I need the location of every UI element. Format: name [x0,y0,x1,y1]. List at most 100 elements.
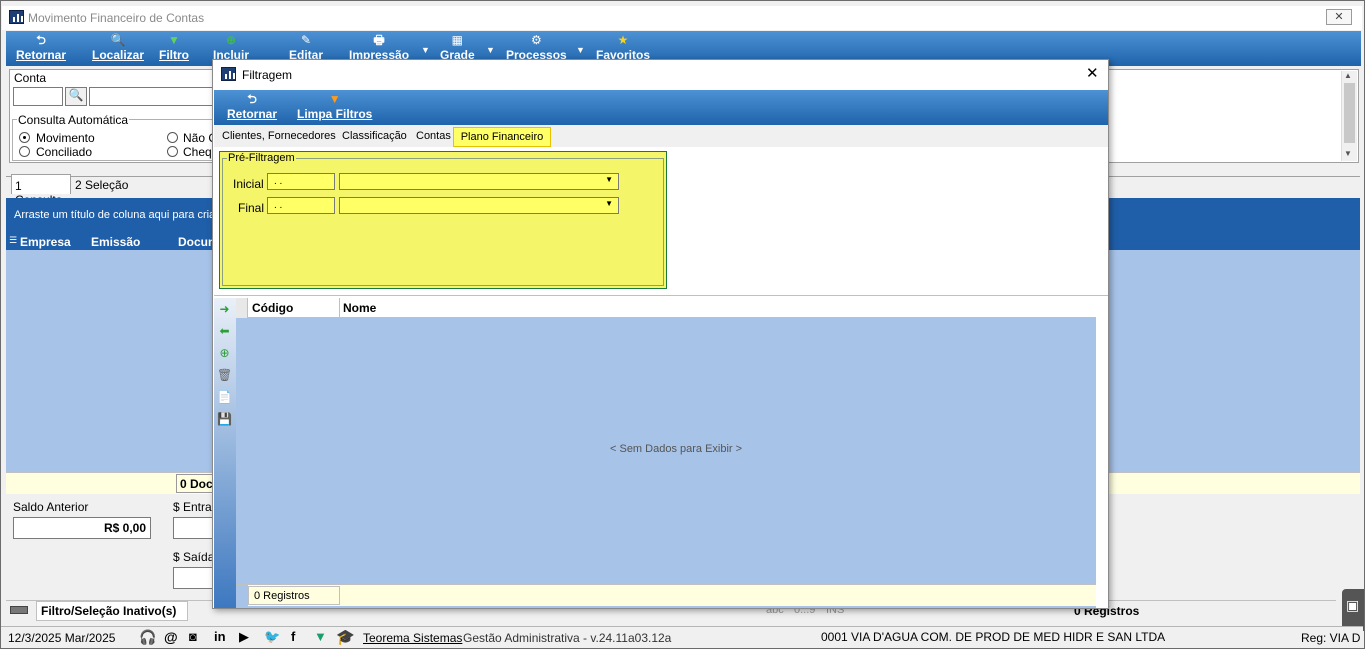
graduation-cap-icon[interactable]: 🎓 [336,628,355,646]
tab-contas[interactable]: Contas [416,130,451,142]
group-hint: Arraste um título de coluna aqui para cr… [14,209,219,221]
facebook-icon[interactable]: f [291,629,295,644]
final-plano-select[interactable] [339,197,619,214]
consulta-automatica-legend: Consulta Automática [17,113,130,127]
saldo-anterior-label: Saldo Anterior [13,500,89,514]
dialog-tabs: Clientes, Fornecedores Classificação Con… [214,125,1108,147]
dialog-app-icon [221,67,236,81]
search-icon: 🔍 [110,33,126,47]
dialog-titlebar: Filtragem ✕ [213,60,1108,89]
filtro-inativo-label: Filtro/Seleção Inativo(s) [36,601,188,621]
filtragem-dialog: Filtragem ✕ ⮌ Retornar ▼ Limpa Filtros Cli… [212,59,1109,609]
dialog-close-button[interactable]: ✕ [1086,64,1099,82]
plano-grid-header: Código Nome [236,298,1096,318]
grade-button[interactable]: ▦ Grade [440,33,475,62]
column-nome[interactable]: Nome [343,301,376,315]
scroll-up-icon[interactable]: ▲ [1344,71,1352,80]
instagram-icon[interactable]: ◙ [189,629,197,644]
column-emissao[interactable]: Emissão [91,235,140,249]
radio-movimento[interactable] [19,132,30,143]
twitter-icon[interactable]: 🐦 [264,629,280,645]
main-close-button[interactable]: ✕ [1326,9,1352,25]
impressao-button[interactable]: 🖶 Impressão [349,33,409,62]
column-empresa[interactable]: Empresa [20,235,71,249]
favoritos-button[interactable]: ★ Favoritos [596,33,650,62]
printer-icon: 🖶 [373,33,385,47]
chat-icon: ▣ [1346,597,1360,613]
saidas-value [173,567,217,589]
save-icon[interactable]: 💾 [217,412,232,427]
search-icon: 🔍 [68,88,84,102]
retornar-button[interactable]: ⮌ Retornar [16,33,66,62]
move-left-icon[interactable]: ⬅ [217,324,232,339]
return-icon: ⮌ [247,92,257,106]
inicial-plano-select[interactable] [339,173,619,190]
inicial-label: Inicial [233,177,264,191]
status-bar: 12/3/2025 Mar/2025 🎧 @ ◙ in ▶ 🐦 f ▼ 🎓 Te… [1,626,1363,648]
add-icon: ⊕ [225,33,237,47]
return-icon: ⮌ [36,33,46,47]
processos-button[interactable]: ⚙ Processos [506,33,567,62]
tab-classificacao[interactable]: Classificação [342,130,407,142]
dialog-retornar-button[interactable]: ⮌ Retornar [227,92,277,121]
row-indicator-header [236,298,248,318]
processos-dropdown-icon[interactable]: ▼ [576,45,585,55]
youtube-icon[interactable]: ▶ [239,629,249,645]
incluir-button[interactable]: ⊕ Incluir [213,33,249,62]
column-codigo[interactable]: Código [252,301,293,315]
edit-icon: ✎ [300,33,312,47]
plano-grid-footer: 0 Registros [236,584,1096,607]
app-version: Gestão Administrativa - v.24.11a03.12a [463,631,672,645]
teorema-sistemas-link[interactable]: Teorema Sistemas [363,631,462,645]
app-icon [9,10,24,24]
tab-selecao[interactable]: 2 Seleção [75,178,128,192]
panel-scrollbar[interactable]: ▲ ▼ [1341,71,1357,161]
trash-icon[interactable]: 🗑 [217,368,232,383]
grid-icon: ▦ [451,33,464,47]
empresa-name: 0001 VIA D'AGUA COM. DE PROD DE MED HIDR… [821,630,1166,644]
radio-conciliado[interactable] [19,146,30,157]
column-chooser-icon[interactable]: ☰ [9,235,17,246]
filtro-button[interactable]: ▼ Filtro [159,33,189,62]
radio-nao-conciliado[interactable] [167,132,178,143]
column-divider [339,298,340,318]
filter-icon: ▼ [168,33,180,47]
keyboard-icon [10,606,28,614]
conta-search-button[interactable]: 🔍 [65,87,87,106]
email-icon[interactable]: @ [164,629,178,645]
grade-dropdown-icon[interactable]: ▼ [486,45,495,55]
dialog-action-sidebar: ➜ ⬅ ⊕ 🗑 📄 💾 [214,298,236,608]
limpa-filtros-button[interactable]: ▼ Limpa Filtros [297,92,372,121]
impressao-dropdown-icon[interactable]: ▼ [421,45,430,55]
scroll-down-icon[interactable]: ▼ [1344,149,1352,158]
prefilter-legend: Pré-Filtragem [227,152,296,164]
linkedin-icon[interactable]: in [214,629,226,644]
side-chat-button[interactable]: ▣ [1342,589,1364,631]
empty-grid-message: < Sem Dados para Exibir > [610,443,743,455]
editar-button[interactable]: ✎ Editar [289,33,323,62]
final-label: Final [238,201,265,215]
inicial-code-input[interactable]: . . [267,173,335,190]
scroll-thumb[interactable] [1344,83,1355,143]
saldo-anterior-value: R$ 0,00 [13,517,151,539]
registro-label: Reg: VIA D [1301,631,1361,645]
conta-code-input[interactable] [13,87,63,106]
conta-name-input[interactable] [89,87,217,106]
plano-grid: Código Nome < Sem Dados para Exibir > 0 … [236,298,1096,608]
localizar-button[interactable]: 🔍 Localizar [92,33,144,62]
tab-consulta[interactable]: 1 Consulta [11,174,71,207]
add-icon[interactable]: ⊕ [217,346,232,361]
tab-clientes-fornecedores[interactable]: Clientes, Fornecedores [222,130,336,142]
tab-plano-financeiro[interactable]: Plano Financeiro [453,127,551,147]
radio-conciliado-label: Conciliado [36,145,93,159]
main-titlebar: Movimento Financeiro de Contas ✕ [2,6,1362,30]
document-icon[interactable]: 📄 [217,390,232,405]
clear-filter-icon: ▼ [328,92,341,106]
move-right-icon[interactable]: ➜ [217,302,232,317]
headset-icon[interactable]: 🎧 [139,629,156,646]
radio-cheque[interactable] [167,146,178,157]
main-title: Movimento Financeiro de Contas [28,11,205,25]
radio-movimento-label: Movimento [36,131,95,145]
final-code-input[interactable]: . . [267,197,335,214]
conta-label: Conta [14,71,47,85]
